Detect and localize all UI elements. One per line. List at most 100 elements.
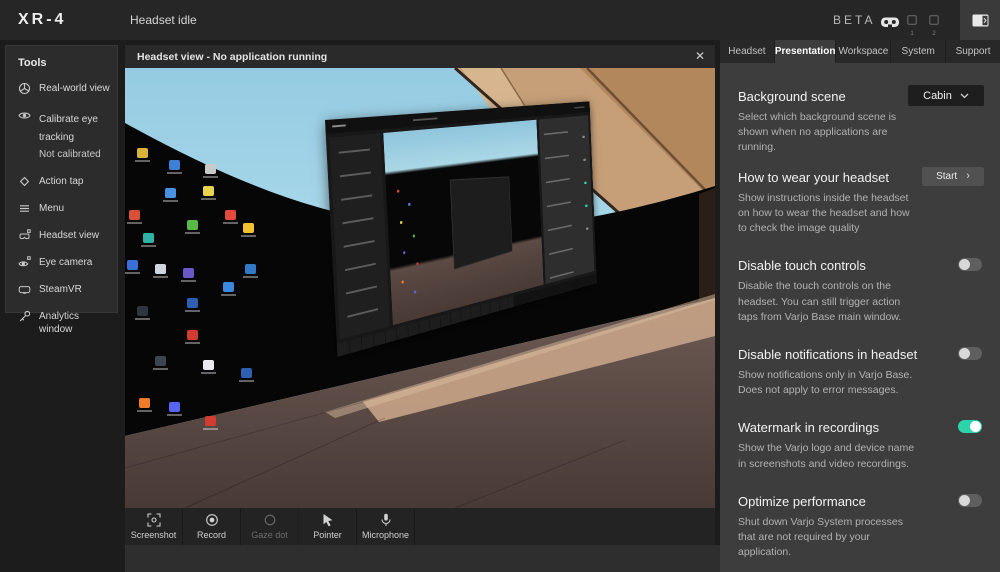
desktop-icon [185,298,200,312]
app-logo: XR-4 [18,11,67,28]
headset-status: Headset idle [130,13,197,27]
setting-description: Show instructions inside the headset on … [738,191,910,235]
setting-title: Disable touch controls [738,258,866,274]
eye-icon [18,112,31,119]
nested-window-sidebar [329,133,390,340]
analytics-icon [19,310,31,322]
nested-window-recursion [449,175,513,270]
headset-view-title: Headset view - No application running [137,51,328,63]
eye-camera-icon [18,256,31,267]
desktop-icon [223,210,238,224]
screenshot-button[interactable]: Screenshot [125,508,183,545]
dropdown-value: Cabin [923,89,952,102]
sidebar-item-steamvr[interactable]: SteamVR [6,276,117,303]
headset-view-video [125,68,715,508]
sidebar-item-calibrate-eye-tracking[interactable]: Calibrate eye tracking Not calibrated [6,102,117,168]
setting-how-to-wear: How to wear your headset Start › Show in… [738,166,984,237]
desktop-icon [239,368,254,382]
headset-view-panel: Headset view - No application running ✕ [125,45,715,545]
setting-title: Optimize performance [738,493,866,509]
setting-description: Shut down Varjo System processes that ar… [738,515,903,559]
desktop-icon [127,210,142,224]
sidebar-item-headset-view[interactable]: Headset view [6,222,117,249]
desktop-icon [201,186,216,200]
disable-touch-controls-toggle[interactable] [958,258,982,272]
sidebar-item-real-world-view[interactable]: Real-world view [6,75,117,102]
sidebar-item-menu[interactable]: Menu [6,195,117,222]
setting-description: Show notifications only in Varjo Base. D… [738,368,913,397]
desktop-icon [135,306,150,320]
setting-watermark: Watermark in recordings Show the Varjo l… [738,420,984,471]
toggle-side-panel-button[interactable] [960,0,1000,40]
screenshot-icon [146,513,161,527]
eye-tracking-status: Not calibrated [39,149,101,160]
desktop-icon [167,160,182,174]
desktop-icon [153,356,168,370]
microphone-button[interactable]: Microphone [357,508,415,545]
display-2-icon[interactable]: 2 [928,12,940,37]
desktop-icon [135,148,150,162]
desktop-icon [185,330,200,344]
chevron-down-icon [960,93,969,98]
close-icon[interactable]: ✕ [695,49,705,63]
setting-description: Show the Varjo logo and device name in s… [738,442,915,470]
nested-window-right-panel [538,115,595,285]
desktop-icon [167,402,182,416]
headset-view-header: Headset view - No application running ✕ [125,45,715,68]
desktop-icon [141,233,156,247]
viewer-footer-strip [125,545,720,572]
desktop-icon [185,220,200,234]
beta-badge: BETA [833,13,876,27]
sidebar-item-eye-camera[interactable]: Eye camera [6,249,117,276]
desktop-icon [153,264,168,278]
desktop-icon [243,264,258,278]
tab-system[interactable]: System [891,40,947,63]
steamvr-icon [18,286,31,294]
optimize-performance-toggle[interactable] [958,493,982,507]
settings-panel: Headset Presentation Workspace System Su… [720,40,1000,572]
tab-headset[interactable]: Headset [720,40,775,63]
display-1-icon[interactable]: 1 [906,12,918,37]
desktop-icon [201,360,216,374]
desktop-icon [125,260,140,274]
record-icon [205,514,218,526]
desktop-icon [203,416,218,430]
setting-disable-touch-controls: Disable touch controls Disable the touch… [738,258,984,325]
gaze-dot-button[interactable]: Gaze dot [241,508,299,545]
desktop-icon [163,188,178,202]
watermark-toggle[interactable] [958,420,982,434]
desktop-icon [221,282,236,296]
setting-optimize-performance: Optimize performance Shut down Varjo Sys… [738,493,984,561]
headset-view-icon [19,229,31,239]
gaze-dot-icon [264,514,275,526]
chevron-right-icon: › [966,169,970,182]
viewer-toolbar: Screenshot Record Gaze dot Pointer Micro… [125,508,715,545]
desktop-icon [241,223,256,237]
microphone-icon [380,513,391,526]
desktop-icon [137,398,152,412]
settings-tabs: Headset Presentation Workspace System Su… [720,40,1000,63]
setting-title: Watermark in recordings [738,420,880,436]
setting-title: Disable notifications in headset [738,346,918,362]
display-2-number: 2 [932,31,936,37]
tools-sidebar: Tools Real-world view Calibrate eye trac… [5,45,118,335]
real-world-view-icon [18,82,31,95]
background-scene-dropdown[interactable]: Cabin [908,85,984,106]
tab-presentation[interactable]: Presentation [774,40,837,63]
setting-description: Select which background scene is shown w… [738,111,897,154]
tools-title: Tools [18,57,47,69]
disable-notifications-toggle[interactable] [958,346,982,360]
desktop-icon [181,268,196,282]
setting-description: Disable the touch controls on the headse… [738,280,902,323]
sidebar-item-action-tap[interactable]: Action tap [6,168,117,195]
pointer-button[interactable]: Pointer [299,508,357,545]
menu-icon [20,205,29,212]
start-button[interactable]: Start › [922,166,984,186]
diamond-icon [19,176,30,187]
tab-workspace[interactable]: Workspace [836,40,892,63]
display-1-number: 1 [910,31,914,37]
headset-icon [880,15,900,33]
tab-support[interactable]: Support [946,40,1000,63]
sidebar-item-analytics-window[interactable]: Analytics window [6,303,117,343]
record-button[interactable]: Record [183,508,241,545]
